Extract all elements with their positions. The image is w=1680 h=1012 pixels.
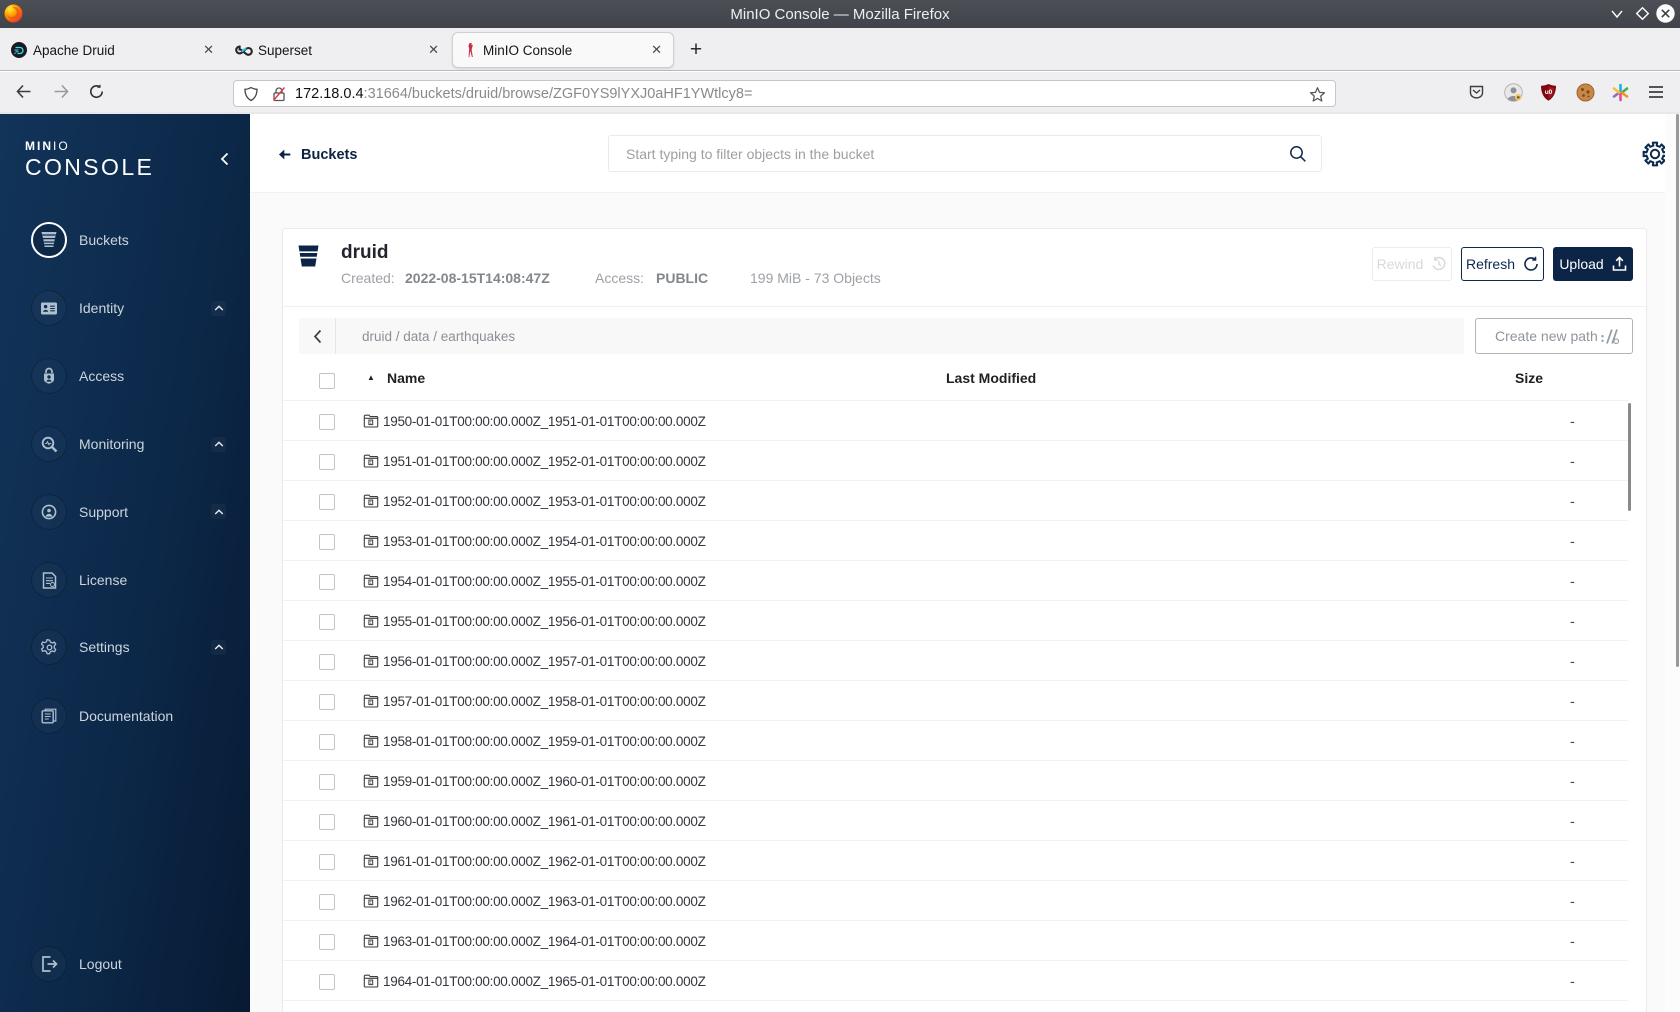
svg-text:u0: u0 [1545,89,1553,96]
